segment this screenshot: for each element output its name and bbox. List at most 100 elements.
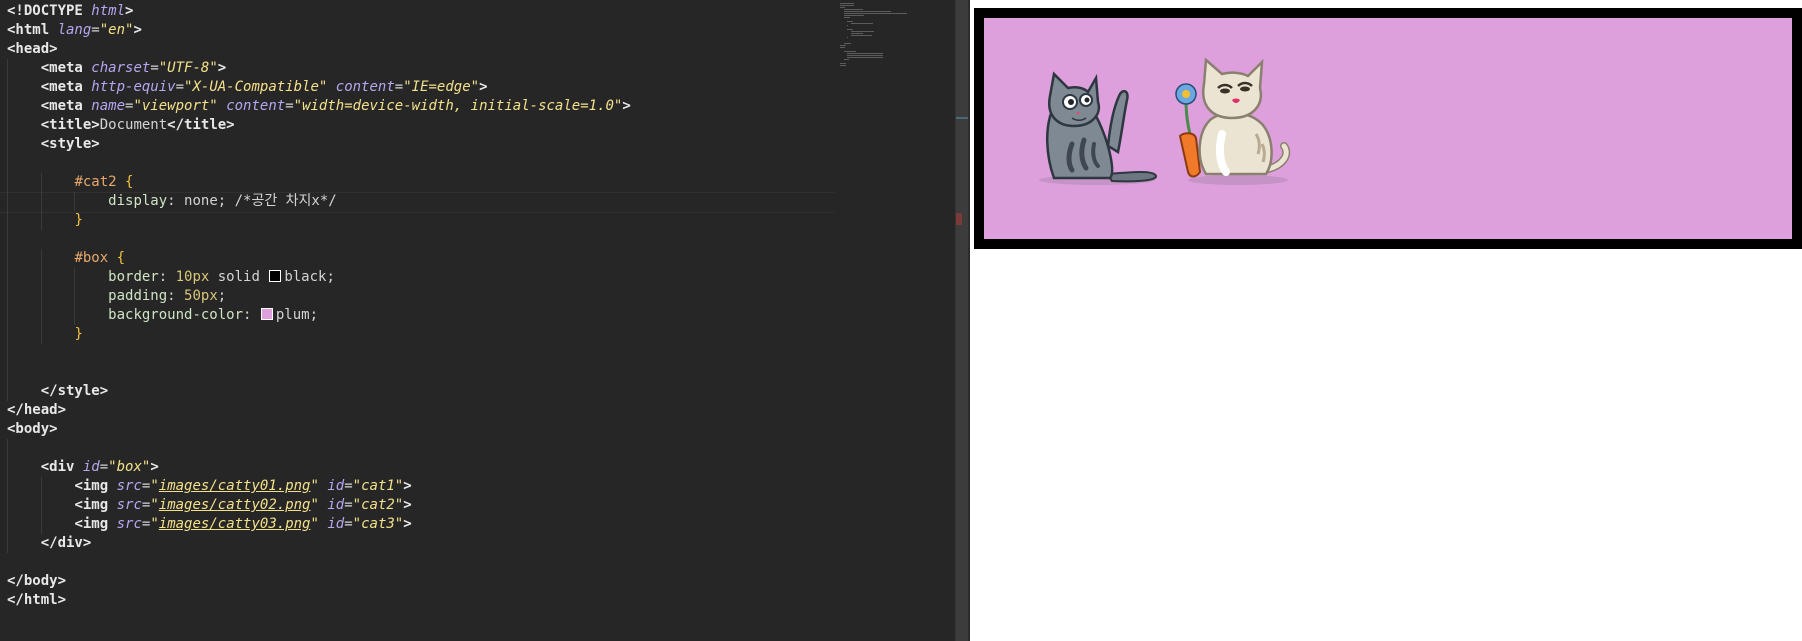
code-token: <div: [40, 459, 83, 475]
code-token: : none;: [167, 193, 235, 209]
code-token: html: [91, 3, 126, 19]
code-line[interactable]: [7, 553, 837, 572]
code-token: </head>: [7, 402, 67, 418]
indent-guide: [74, 287, 76, 306]
minimap-line: [847, 55, 884, 56]
code-line[interactable]: <title>Document</title>: [7, 116, 837, 135]
indent-guide: [7, 439, 8, 458]
code-token: <body>: [7, 421, 58, 437]
color-swatch[interactable]: [269, 270, 282, 282]
minimap-line: [850, 31, 875, 32]
code-token: #cat2: [74, 174, 126, 190]
code-token: content: [335, 79, 395, 95]
code-line[interactable]: <html lang="en">: [7, 21, 837, 40]
indent-guide: [7, 496, 8, 515]
code-token: :: [243, 307, 260, 323]
code-token: "X-UA-Compatible": [184, 79, 328, 95]
code-line[interactable]: <img src="images/catty03.png" id="cat3">: [7, 515, 837, 534]
minimap-line: [847, 21, 854, 22]
minimap-line: [843, 15, 865, 16]
indent-guide: [40, 287, 42, 306]
code-line[interactable]: <meta name="viewport" content="width=dev…: [7, 97, 837, 116]
code-token: src: [116, 516, 142, 532]
code-editor[interactable]: <!DOCTYPE html> <html lang="en"> <head> <m…: [0, 0, 970, 641]
code-token: <!DOCTYPE: [7, 3, 92, 19]
code-token: :: [167, 288, 185, 304]
indent-guide: [7, 135, 8, 154]
minimap-line: [840, 45, 847, 46]
code-line[interactable]: #box {: [7, 249, 837, 268]
browser-preview: [974, 0, 1802, 641]
code-token: ": [150, 478, 159, 494]
code-line[interactable]: </body>: [7, 572, 837, 591]
minimap[interactable]: [840, 0, 952, 641]
code-line[interactable]: #cat2 {: [7, 173, 837, 192]
code-line[interactable]: padding: 50px;: [7, 287, 837, 306]
indent-guide: [7, 249, 8, 268]
code-line[interactable]: display: none; /*공간 차지x*/: [7, 192, 837, 211]
code-token: src: [116, 497, 142, 513]
code-line[interactable]: <head>: [7, 40, 837, 59]
code-token: border: [108, 269, 159, 285]
code-token: :: [158, 269, 176, 285]
code-token: lang: [57, 22, 92, 38]
code-token: "width=device-width, initial-scale=1.0": [293, 98, 623, 114]
code-line[interactable]: [7, 344, 837, 363]
code-token: >: [125, 3, 134, 19]
code-content[interactable]: <!DOCTYPE html> <html lang="en"> <head> <m…: [7, 2, 837, 610]
code-token: Document: [99, 117, 168, 133]
code-line[interactable]: </div>: [7, 534, 837, 553]
code-token: images/catty03.png: [158, 516, 311, 532]
code-token: "en": [99, 22, 134, 38]
code-token: 10px: [175, 269, 210, 285]
code-line[interactable]: <img src="images/catty01.png" id="cat1">: [7, 477, 837, 496]
code-token: <title>: [40, 117, 100, 133]
code-token: id: [327, 478, 345, 494]
code-token: content: [226, 98, 286, 114]
code-line[interactable]: </style>: [7, 382, 837, 401]
code-line[interactable]: <meta http-equiv="X-UA-Compatible" conte…: [7, 78, 837, 97]
indent-guide: [7, 78, 8, 97]
code-line[interactable]: [7, 439, 837, 458]
code-line[interactable]: [7, 230, 837, 249]
indent-guide: [7, 230, 8, 249]
indent-guide: [40, 515, 42, 534]
code-token: {: [125, 174, 134, 190]
code-token: ": [150, 497, 159, 513]
code-line[interactable]: [7, 363, 837, 382]
color-swatch[interactable]: [260, 308, 273, 320]
indent-guide: [74, 268, 76, 287]
code-line[interactable]: <div id="box">: [7, 458, 837, 477]
code-line[interactable]: <!DOCTYPE html>: [7, 2, 837, 21]
indent-guide: [40, 325, 42, 344]
code-token: </body>: [7, 573, 67, 589]
code-line[interactable]: </html>: [7, 591, 837, 610]
indent-guide: [7, 59, 8, 78]
code-token: }: [74, 212, 83, 228]
code-line[interactable]: }: [7, 325, 837, 344]
code-line[interactable]: border: 10px solid black;: [7, 268, 837, 287]
code-token: 50px: [184, 288, 218, 304]
code-line[interactable]: <img src="images/catty02.png" id="cat2">: [7, 496, 837, 515]
code-token: >: [403, 497, 412, 513]
code-token: #box: [74, 250, 117, 266]
indent-guide: [40, 477, 42, 496]
indent-guide: [40, 496, 42, 515]
indent-guide: [7, 344, 8, 363]
code-line[interactable]: [7, 154, 837, 173]
code-line[interactable]: <body>: [7, 420, 837, 439]
code-line[interactable]: <meta charset="UTF-8">: [7, 59, 837, 78]
minimap-line: [843, 9, 864, 10]
minimap-line: [847, 25, 849, 26]
code-token: </title>: [167, 117, 235, 133]
code-token: }: [74, 326, 83, 342]
code-line[interactable]: <style>: [7, 135, 837, 154]
scrollbar-thumb[interactable]: [956, 0, 968, 641]
code-token: "cat3": [352, 516, 404, 532]
code-token: >: [133, 22, 142, 38]
code-line[interactable]: }: [7, 211, 837, 230]
code-line[interactable]: background-color: plum;: [7, 306, 837, 325]
code-token: ": [310, 478, 319, 494]
code-line[interactable]: </head>: [7, 401, 837, 420]
code-token: padding: [108, 288, 168, 304]
